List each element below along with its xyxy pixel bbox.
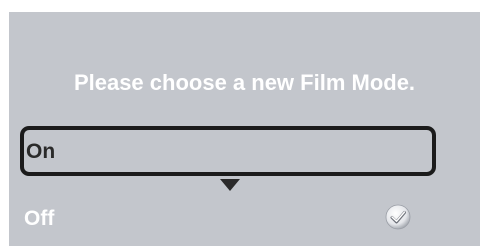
check-icon xyxy=(385,204,411,230)
option-on-label: On xyxy=(26,140,56,163)
dialog-prompt: Please choose a new Film Mode. xyxy=(73,70,416,95)
option-on[interactable]: On xyxy=(20,126,436,176)
option-off[interactable]: Off xyxy=(9,198,480,238)
down-arrow-icon xyxy=(220,179,240,191)
option-off-label: Off xyxy=(24,207,55,230)
film-mode-dialog: Please choose a new Film Mode. On Off xyxy=(9,12,480,246)
